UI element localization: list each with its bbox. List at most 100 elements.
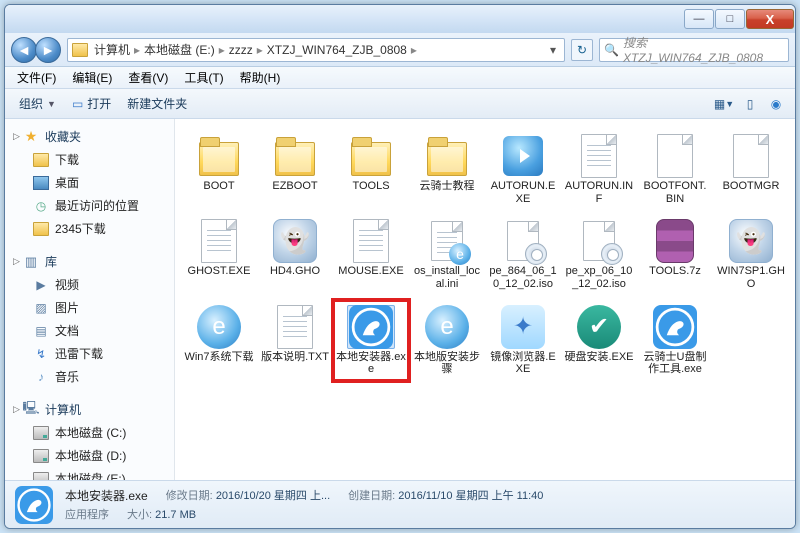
- file-label: AUTORUN.EXE: [488, 180, 558, 205]
- computer-icon: 🖳: [23, 403, 39, 417]
- file-icon: [423, 134, 471, 178]
- breadcrumb-part[interactable]: XTZJ_WIN764_ZJB_0808: [267, 43, 407, 57]
- libraries-item[interactable]: ↯迅雷下载: [5, 342, 174, 365]
- computer-item[interactable]: 本地磁盘 (E:): [5, 467, 174, 480]
- file-item[interactable]: EZBOOT: [259, 131, 331, 208]
- computer-header[interactable]: ▷🖳 计算机: [5, 398, 174, 421]
- file-item[interactable]: 版本说明.TXT: [259, 302, 331, 379]
- file-icon: [271, 305, 319, 349]
- file-icon: [651, 134, 699, 178]
- favorites-item[interactable]: 下载: [5, 148, 174, 171]
- computer-item[interactable]: 本地磁盘 (D:): [5, 444, 174, 467]
- file-item[interactable]: TOOLS: [335, 131, 407, 208]
- file-label: pe_864_06_10_12_02.iso: [488, 265, 558, 290]
- file-item[interactable]: 云骑士教程: [411, 131, 483, 208]
- menu-edit[interactable]: 编辑(E): [64, 67, 120, 88]
- maximize-button[interactable]: □: [715, 9, 745, 29]
- favorites-item[interactable]: ◷最近访问的位置: [5, 194, 174, 217]
- breadcrumb-dropdown[interactable]: ▾: [546, 43, 560, 57]
- minimize-button[interactable]: —: [684, 9, 714, 29]
- file-label: 云骑士教程: [420, 180, 475, 193]
- file-item[interactable]: TOOLS.7z: [639, 216, 711, 293]
- menu-file[interactable]: 文件(F): [9, 67, 64, 88]
- file-item[interactable]: eos_install_local.ini: [411, 216, 483, 293]
- breadcrumb-part[interactable]: 本地磁盘 (E:): [144, 41, 215, 58]
- close-button[interactable]: X: [746, 9, 794, 29]
- navigation-pane[interactable]: ▷★ 收藏夹 下载桌面◷最近访问的位置2345下载 ▷▥ 库 ▶视频▨图片▤文档…: [5, 119, 175, 480]
- libraries-item[interactable]: ▤文档: [5, 319, 174, 342]
- breadcrumb-root[interactable]: 计算机: [94, 41, 130, 58]
- refresh-button[interactable]: ↻: [571, 39, 593, 61]
- file-label: TOOLS.7z: [649, 265, 701, 278]
- file-item[interactable]: BOOT: [183, 131, 255, 208]
- nav-buttons: ◄ ►: [11, 37, 61, 63]
- address-row: ◄ ► 计算机 ▸ 本地磁盘 (E:) ▸ zzzz ▸ XTZJ_WIN764…: [5, 33, 795, 67]
- libraries-item[interactable]: ▶视频: [5, 273, 174, 296]
- file-item[interactable]: BOOTMGR: [715, 131, 787, 208]
- file-icon: [727, 134, 775, 178]
- file-icon: 👻: [271, 219, 319, 263]
- file-label: 云骑士U盘制作工具.exe: [640, 351, 710, 376]
- library-icon: ▥: [23, 255, 39, 269]
- file-label: 硬盘安装.EXE: [564, 351, 633, 364]
- preview-pane-button[interactable]: ▯: [737, 93, 763, 115]
- file-item[interactable]: pe_864_06_10_12_02.iso: [487, 216, 559, 293]
- file-icon: [575, 219, 623, 263]
- file-label: pe_xp_06_10_12_02.iso: [564, 265, 634, 290]
- menu-view[interactable]: 查看(V): [120, 67, 176, 88]
- file-label: GHOST.EXE: [188, 265, 251, 278]
- file-item[interactable]: 本地安装器.exe: [335, 302, 407, 379]
- libraries-header[interactable]: ▷▥ 库: [5, 250, 174, 273]
- breadcrumb-part[interactable]: zzzz: [229, 43, 253, 57]
- search-icon: 🔍: [604, 43, 619, 57]
- file-item[interactable]: GHOST.EXE: [183, 216, 255, 293]
- organize-button[interactable]: 组织▼: [11, 92, 64, 115]
- new-folder-button[interactable]: 新建文件夹: [119, 92, 195, 115]
- forward-button[interactable]: ►: [35, 37, 61, 63]
- file-item[interactable]: eWin7系统下载: [183, 302, 255, 379]
- file-list[interactable]: BOOT EZBOOT TOOLS 云骑士教程 AUTORUN.EXEAUTORUN.I…: [175, 119, 795, 480]
- file-item[interactable]: BOOTFONT.BIN: [639, 131, 711, 208]
- file-item[interactable]: pe_xp_06_10_12_02.iso: [563, 216, 635, 293]
- breadcrumb-bar[interactable]: 计算机 ▸ 本地磁盘 (E:) ▸ zzzz ▸ XTZJ_WIN764_ZJB…: [67, 38, 565, 62]
- search-box[interactable]: 🔍 搜索 XTZJ_WIN764_ZJB_0808: [599, 38, 789, 62]
- file-label: HD4.GHO: [270, 265, 320, 278]
- favorites-item[interactable]: 2345下载: [5, 217, 174, 240]
- file-item[interactable]: ✔ 硬盘安装.EXE: [563, 302, 635, 379]
- file-label: TOOLS: [352, 180, 389, 193]
- open-button[interactable]: ▭ 打开: [64, 92, 119, 115]
- file-icon: [195, 134, 243, 178]
- file-item[interactable]: 云骑士U盘制作工具.exe: [639, 302, 711, 379]
- details-pane: 本地安装器.exe 修改日期: 2016/10/20 星期四 上... 创建日期…: [5, 480, 795, 528]
- file-item[interactable]: 👻WIN7SP1.GHO: [715, 216, 787, 293]
- file-item[interactable]: MOUSE.EXE: [335, 216, 407, 293]
- menu-help[interactable]: 帮助(H): [232, 67, 289, 88]
- back-button[interactable]: ◄: [11, 37, 37, 63]
- favorites-header[interactable]: ▷★ 收藏夹: [5, 125, 174, 148]
- file-item[interactable]: AUTORUN.INF: [563, 131, 635, 208]
- file-icon: [575, 134, 623, 178]
- view-options-button[interactable]: ▦ ▼: [711, 93, 737, 115]
- menu-tools[interactable]: 工具(T): [176, 67, 231, 88]
- file-label: BOOT: [203, 180, 234, 193]
- file-item[interactable]: e本地版安装步骤: [411, 302, 483, 379]
- file-item[interactable]: ✦镜像浏览器.EXE: [487, 302, 559, 379]
- file-label: os_install_local.ini: [412, 265, 482, 290]
- file-icon: ✔: [575, 305, 623, 349]
- star-icon: ★: [23, 130, 39, 144]
- favorites-item[interactable]: 桌面: [5, 171, 174, 194]
- computer-item[interactable]: 本地磁盘 (C:): [5, 421, 174, 444]
- file-label: BOOTMGR: [723, 180, 780, 193]
- selected-file-icon: [15, 486, 53, 524]
- help-button[interactable]: ◉: [763, 93, 789, 115]
- libraries-item[interactable]: ▨图片: [5, 296, 174, 319]
- file-item[interactable]: 👻 HD4.GHO: [259, 216, 331, 293]
- file-label: 本地版安装步骤: [412, 351, 482, 376]
- file-label: AUTORUN.INF: [564, 180, 634, 205]
- libraries-item[interactable]: ♪音乐: [5, 365, 174, 388]
- body: ▷★ 收藏夹 下载桌面◷最近访问的位置2345下载 ▷▥ 库 ▶视频▨图片▤文档…: [5, 119, 795, 480]
- file-icon: 👻: [727, 219, 775, 263]
- file-item[interactable]: AUTORUN.EXE: [487, 131, 559, 208]
- breadcrumb-sep: ▸: [411, 43, 417, 57]
- file-label: Win7系统下载: [184, 351, 253, 364]
